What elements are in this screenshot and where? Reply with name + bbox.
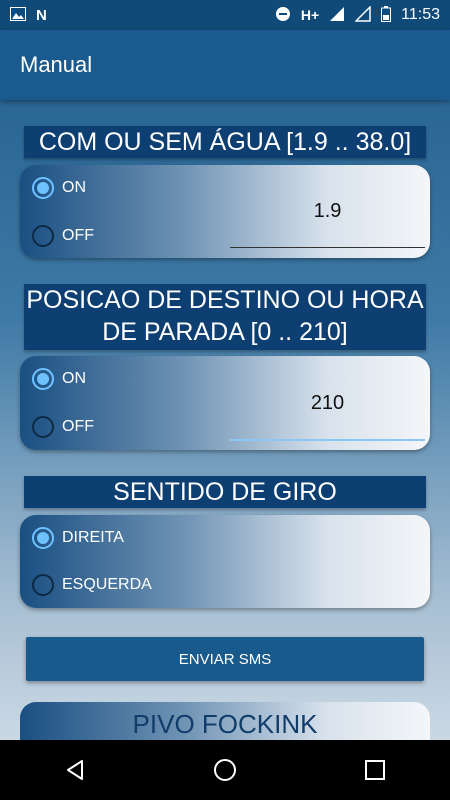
direction-card: DIREITA ESQUERDA bbox=[20, 515, 430, 608]
app-bar: Manual bbox=[0, 30, 450, 100]
signal-icon bbox=[354, 4, 371, 25]
radio-position-on[interactable]: ON bbox=[32, 368, 86, 390]
radio-water-off[interactable]: OFF bbox=[32, 225, 94, 247]
input-underline bbox=[230, 247, 425, 248]
signal-icon bbox=[329, 6, 345, 25]
status-left: N bbox=[10, 6, 47, 24]
section-header-line: DE PARADA [0 .. 210] bbox=[102, 318, 348, 346]
input-underline-active bbox=[230, 439, 425, 441]
page-title: Manual bbox=[20, 52, 93, 77]
recents-icon[interactable] bbox=[355, 750, 395, 790]
dnd-icon bbox=[275, 6, 291, 25]
battery-icon bbox=[381, 5, 392, 25]
send-sms-button[interactable]: ENVIAR SMS bbox=[26, 637, 424, 681]
radio-checked-icon bbox=[32, 177, 54, 199]
radio-label: ON bbox=[62, 179, 86, 196]
position-card: ON OFF 210 bbox=[20, 356, 430, 450]
radio-unchecked-icon bbox=[32, 574, 54, 596]
network-type: H+ bbox=[300, 7, 320, 23]
radio-label: DIREITA bbox=[62, 529, 124, 546]
n-notification-icon: N bbox=[36, 6, 47, 24]
radio-unchecked-icon bbox=[32, 225, 54, 247]
back-icon[interactable] bbox=[55, 750, 95, 790]
radio-label: ON bbox=[62, 370, 86, 387]
brand-title: PIVO FOCKINK bbox=[132, 709, 318, 739]
radio-label: OFF bbox=[62, 227, 94, 244]
radio-position-off[interactable]: OFF bbox=[32, 416, 94, 438]
position-value-input[interactable]: 210 bbox=[230, 383, 425, 423]
radio-direction-left[interactable]: ESQUERDA bbox=[32, 574, 152, 596]
radio-label: OFF bbox=[62, 418, 94, 435]
brand-card: PIVO FOCKINK bbox=[20, 702, 430, 742]
navigation-bar bbox=[0, 740, 450, 800]
image-icon bbox=[10, 6, 26, 24]
section-header-water: COM OU SEM ÁGUA [1.9 .. 38.0] bbox=[24, 126, 426, 158]
radio-direction-right[interactable]: DIREITA bbox=[32, 527, 124, 549]
status-time: 11:53 bbox=[401, 6, 440, 23]
radio-unchecked-icon bbox=[32, 416, 54, 438]
status-bar: N H+ 11:53 bbox=[0, 0, 450, 30]
radio-water-on[interactable]: ON bbox=[32, 177, 86, 199]
section-header-direction: SENTIDO DE GIRO bbox=[24, 476, 426, 508]
radio-checked-icon bbox=[32, 368, 54, 390]
section-header-position: POSICAO DE DESTINO OU HORA DE PARADA [0 … bbox=[24, 284, 426, 350]
status-right: H+ 11:53 bbox=[275, 4, 440, 25]
radio-label: ESQUERDA bbox=[62, 576, 152, 593]
home-icon[interactable] bbox=[205, 750, 245, 790]
section-header-line: POSICAO DE DESTINO OU HORA bbox=[26, 286, 424, 314]
radio-checked-icon bbox=[32, 527, 54, 549]
water-value-input[interactable]: 1.9 bbox=[230, 191, 425, 231]
water-card: ON OFF 1.9 bbox=[20, 165, 430, 258]
